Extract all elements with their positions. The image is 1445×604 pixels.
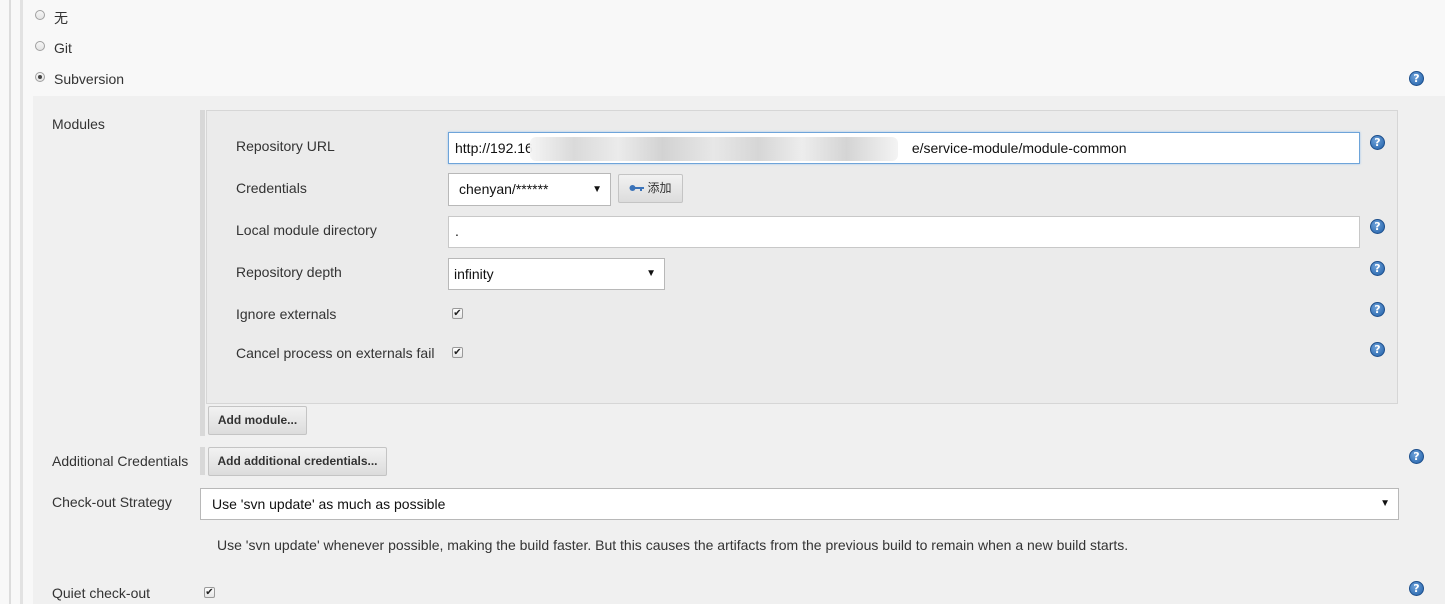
credentials-select[interactable]: chenyan/****** ▼: [448, 173, 611, 206]
key-icon: [629, 175, 645, 202]
ignore-externals-checkbox[interactable]: ✔: [452, 308, 463, 319]
repository-depth-select[interactable]: infinity ▼: [448, 258, 665, 290]
scm-radio-none[interactable]: [35, 10, 45, 20]
repository-depth-selected: infinity: [454, 266, 494, 282]
help-icon[interactable]: ?: [1409, 449, 1424, 464]
checkout-strategy-description: Use 'svn update' whenever possible, maki…: [217, 537, 1129, 553]
checkout-strategy-label: Check-out Strategy: [52, 494, 172, 510]
quiet-checkout-label: Quiet check-out: [52, 585, 151, 601]
additional-credentials-label: Additional Credentials: [52, 453, 189, 469]
additional-credentials-bar: [200, 447, 205, 475]
local-module-directory-input[interactable]: .: [448, 216, 1360, 248]
help-icon[interactable]: ?: [1370, 261, 1385, 276]
ignore-externals-label: Ignore externals: [236, 306, 337, 322]
cancel-process-checkbox[interactable]: ✔: [452, 347, 463, 358]
add-credentials-label: 添加: [647, 181, 672, 195]
help-icon[interactable]: ?: [1409, 71, 1424, 86]
repository-url-value-prefix: http://192.16: [455, 140, 533, 156]
modules-panel-bar: [200, 110, 205, 436]
scm-label-git: Git: [54, 40, 72, 56]
scm-label-none: 无: [54, 10, 68, 26]
chevron-down-icon: ▼: [1380, 498, 1390, 509]
redacted-url-region: [530, 137, 898, 161]
quiet-checkout-checkbox[interactable]: ✔: [204, 587, 215, 598]
help-icon[interactable]: ?: [1370, 342, 1385, 357]
help-icon[interactable]: ?: [1409, 581, 1424, 596]
repository-url-label: Repository URL: [236, 138, 335, 154]
help-icon[interactable]: ?: [1370, 135, 1385, 150]
help-icon[interactable]: ?: [1370, 219, 1385, 234]
add-credentials-button[interactable]: 添加: [618, 174, 683, 203]
left-border-inner: [20, 0, 23, 604]
scm-label-subversion: Subversion: [54, 71, 125, 87]
scm-radio-subversion[interactable]: [35, 72, 45, 82]
checkout-strategy-select[interactable]: Use 'svn update' as much as possible ▼: [200, 488, 1399, 520]
chevron-down-icon: ▼: [646, 268, 656, 279]
scm-radio-git[interactable]: [35, 41, 45, 51]
local-module-directory-label: Local module directory: [236, 222, 377, 238]
add-additional-credentials-button[interactable]: Add additional credentials...: [208, 447, 387, 476]
left-border: [9, 0, 11, 604]
cancel-process-label: Cancel process on externals fail: [236, 345, 435, 361]
repository-depth-label: Repository depth: [236, 264, 342, 280]
modules-label: Modules: [52, 116, 105, 132]
checkout-strategy-selected: Use 'svn update' as much as possible: [212, 496, 446, 512]
chevron-down-icon: ▼: [592, 184, 602, 195]
help-icon[interactable]: ?: [1370, 302, 1385, 317]
add-module-button[interactable]: Add module...: [208, 406, 307, 435]
repository-url-value-suffix: e/service-module/module-common: [911, 140, 1127, 156]
credentials-label: Credentials: [236, 180, 307, 196]
credentials-selected: chenyan/******: [459, 181, 549, 197]
